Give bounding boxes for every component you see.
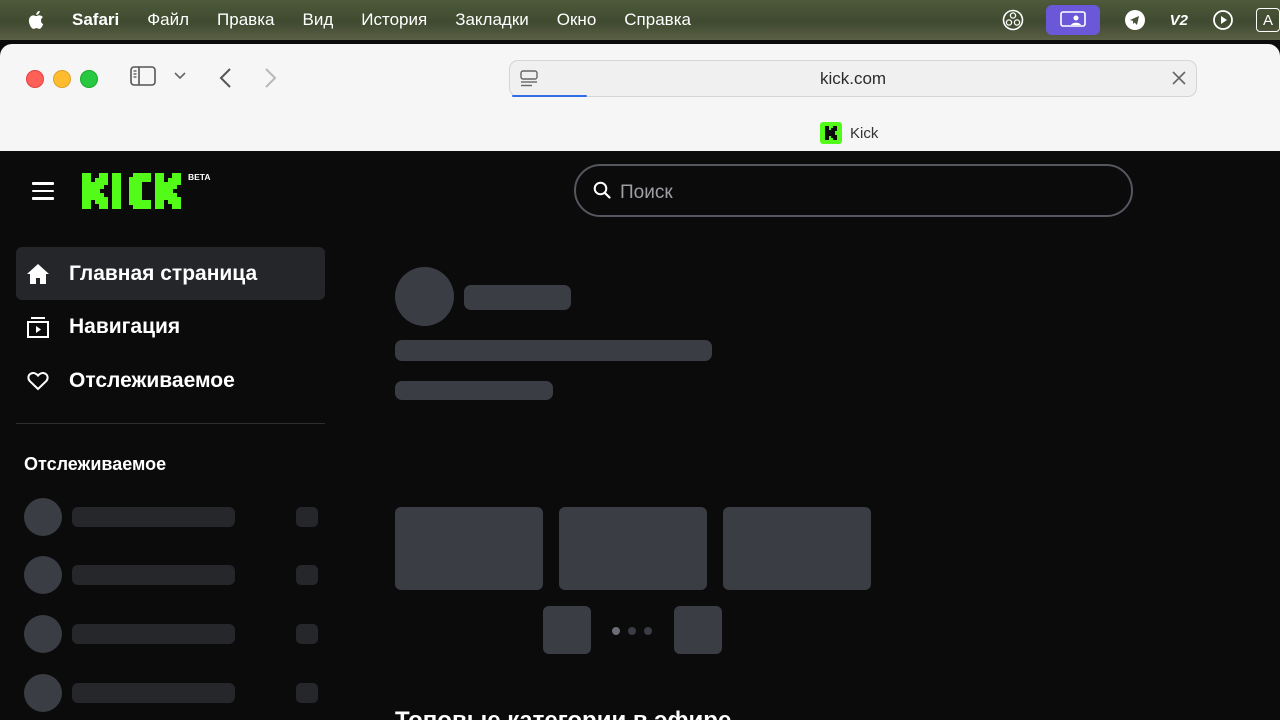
forward-icon[interactable]: [264, 67, 278, 89]
carousel-card-placeholder: [559, 507, 707, 590]
sidebar-item-label: Отслеживаемое: [69, 368, 235, 392]
menu-help[interactable]: Справка: [624, 10, 691, 30]
close-window-button[interactable]: [26, 70, 44, 88]
menu-bookmarks[interactable]: Закладки: [455, 10, 529, 30]
tab-kick[interactable]: Kick: [820, 122, 878, 144]
carousel-next-placeholder: [674, 606, 722, 654]
menu-bar-status-area: V2 A: [978, 0, 1280, 40]
v2-icon[interactable]: V2: [1170, 12, 1188, 29]
obs-icon[interactable]: [1002, 9, 1024, 31]
featured-title-placeholder: [395, 340, 712, 361]
telegram-icon[interactable]: [1124, 9, 1146, 31]
featured-name-placeholder: [464, 285, 571, 310]
sidebar-item-home[interactable]: Главная страница: [16, 247, 325, 300]
apple-icon[interactable]: [26, 9, 48, 31]
kick-favicon-icon: [820, 122, 842, 144]
kick-page: BETA Поиск Главная страница Навигация От…: [0, 151, 1280, 720]
chevron-down-icon[interactable]: [174, 72, 186, 80]
back-icon[interactable]: [218, 67, 232, 89]
following-channel-placeholder: [24, 674, 319, 712]
following-channel-placeholder: [24, 556, 319, 594]
following-channel-placeholder: [24, 498, 319, 536]
page-load-progress: [512, 95, 587, 97]
screen-share-icon[interactable]: [1045, 5, 1100, 35]
menu-icon[interactable]: [32, 182, 54, 205]
menu-edit[interactable]: Правка: [217, 10, 274, 30]
browser-toolbar: kick.com Kick: [0, 44, 1280, 152]
carousel-dot[interactable]: [644, 627, 652, 635]
sidebar-item-following[interactable]: Отслеживаемое: [16, 354, 325, 407]
following-channel-placeholder: [24, 615, 319, 653]
sidebar-item-label: Главная страница: [69, 261, 258, 285]
menu-window[interactable]: Окно: [557, 10, 597, 30]
carousel-dot[interactable]: [628, 627, 636, 635]
menu-safari[interactable]: Safari: [72, 10, 119, 30]
sidebar-item-label: Навигация: [69, 314, 181, 338]
stop-loading-icon[interactable]: [1171, 70, 1187, 86]
input-source-icon[interactable]: A: [1256, 8, 1280, 32]
carousel-card-placeholder: [395, 507, 543, 590]
logo-beta-badge: BETA: [188, 172, 211, 182]
macos-menu-bar: Safari Файл Правка Вид История Закладки …: [0, 0, 1280, 40]
play-circle-icon[interactable]: [1212, 9, 1234, 31]
search-input[interactable]: Поиск: [574, 164, 1133, 217]
home-icon: [25, 261, 51, 287]
tab-title: Kick: [850, 124, 879, 142]
heart-icon: [25, 368, 51, 394]
carousel-dot[interactable]: [612, 627, 620, 635]
kick-logo[interactable]: BETA: [82, 171, 214, 216]
url-text: kick.com: [819, 69, 887, 88]
address-bar[interactable]: kick.com: [509, 60, 1197, 97]
search-icon: [593, 181, 611, 204]
carousel-card-placeholder: [723, 507, 871, 590]
sidebar-item-browse[interactable]: Навигация: [16, 300, 325, 353]
top-categories-heading: Топовые категории в эфире: [395, 707, 731, 720]
featured-avatar-placeholder: [395, 267, 454, 326]
zoom-window-button[interactable]: [80, 70, 98, 88]
featured-subtitle-placeholder: [395, 381, 553, 400]
minimize-window-button[interactable]: [53, 70, 71, 88]
browse-icon: [25, 314, 51, 340]
search-placeholder: Поиск: [620, 182, 673, 203]
carousel-prev-placeholder: [543, 606, 591, 654]
menu-view[interactable]: Вид: [302, 10, 333, 30]
menu-history[interactable]: История: [361, 10, 427, 30]
sidebar-divider: [16, 423, 325, 424]
following-section-title: Отслеживаемое: [24, 454, 167, 474]
menu-file[interactable]: Файл: [147, 10, 189, 30]
sidebar-toggle-icon[interactable]: [130, 66, 156, 86]
